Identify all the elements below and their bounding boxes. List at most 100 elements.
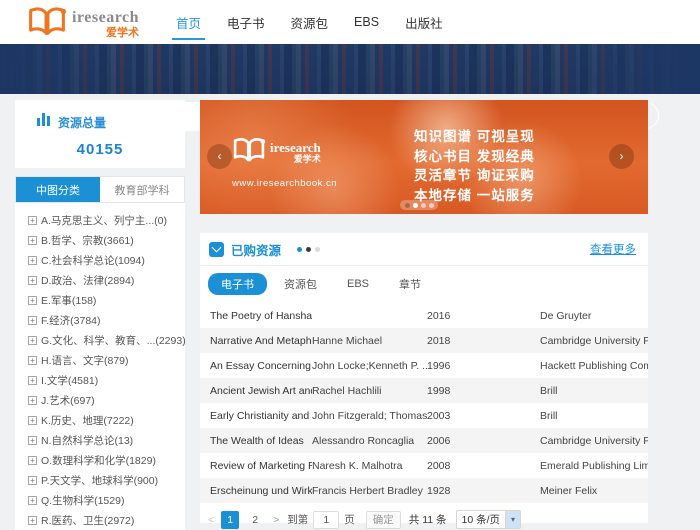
category-list: A.马克思主义、列宁主...(0) B.哲学、宗教(3661) C.社会科学总论… xyxy=(15,203,185,530)
category-item[interactable]: R.医药、卫生(2972) xyxy=(28,510,185,530)
logo-cn: 爱学术 xyxy=(106,27,139,39)
expand-icon[interactable] xyxy=(28,256,37,265)
table-row[interactable]: An Essay Concerning Hu... John Locke;Ken… xyxy=(200,353,648,378)
nav-item-publishers[interactable]: 出版社 xyxy=(403,9,445,36)
book-title[interactable]: Narrative And Metaphor... xyxy=(200,335,312,347)
category-item[interactable]: D.政治、法律(2894) xyxy=(28,270,185,290)
expand-icon[interactable] xyxy=(28,516,37,525)
promo-carousel-banner: iresearch 爱学术 www.iresearchbook.cn 知识图谱 … xyxy=(200,100,648,214)
section-dot[interactable] xyxy=(306,247,311,252)
resource-total-label: 资源总量 xyxy=(58,114,106,131)
slogan-line: 知识图谱 可视呈现 xyxy=(414,127,535,147)
banner-logo-latin: iresearch xyxy=(270,141,321,154)
section-header: 已购资源 查看更多 xyxy=(200,233,648,266)
section-dot[interactable] xyxy=(315,247,320,252)
nav-item-home[interactable]: 首页 xyxy=(174,9,203,36)
carousel-dot[interactable] xyxy=(421,203,426,208)
book-author: Alessandro Roncaglia xyxy=(312,435,427,447)
expand-icon[interactable] xyxy=(28,396,37,405)
table-row[interactable]: Narrative And Metaphor... Hanne Michael … xyxy=(200,328,648,353)
pagination-page-2[interactable]: 2 xyxy=(246,511,264,529)
goto-confirm-button[interactable]: 确定 xyxy=(366,511,401,529)
expand-icon[interactable] xyxy=(28,476,37,485)
slogan-line: 核心书目 发现经典 xyxy=(414,147,535,167)
category-item[interactable]: G.文化、科学、教育、...(2293) xyxy=(28,330,185,350)
tab-clc-classification[interactable]: 中图分类 xyxy=(16,177,100,202)
category-item[interactable]: O.数理科学和化学(1829) xyxy=(28,450,185,470)
book-title[interactable]: Early Christianity and Cla... xyxy=(200,410,312,422)
pagination-page-1[interactable]: 1 xyxy=(221,511,239,529)
book-title[interactable]: An Essay Concerning Hu... xyxy=(200,360,312,372)
tab-ebook[interactable]: 电子书 xyxy=(208,273,267,295)
table-row[interactable]: Review of Marketing Re... Naresh K. Malh… xyxy=(200,453,648,478)
expand-icon[interactable] xyxy=(28,456,37,465)
per-page-select[interactable]: 10 条/页 xyxy=(456,510,522,529)
expand-icon[interactable] xyxy=(28,436,37,445)
table-row[interactable]: Ancient Jewish Art and A... Rachel Hachl… xyxy=(200,378,648,403)
table-row[interactable]: Early Christianity and Cla... John Fitzg… xyxy=(200,403,648,428)
tab-resource-pack[interactable]: 资源包 xyxy=(284,276,317,292)
expand-icon[interactable] xyxy=(28,316,37,325)
carousel-prev-icon[interactable] xyxy=(207,144,232,169)
book-title[interactable]: Ancient Jewish Art and A... xyxy=(200,385,312,397)
category-item[interactable]: J.艺术(697) xyxy=(28,390,185,410)
tab-chapter[interactable]: 章节 xyxy=(399,276,421,292)
category-item[interactable]: F.经济(3784) xyxy=(28,310,185,330)
nav-item-resource-packs[interactable]: 资源包 xyxy=(289,9,331,36)
expand-icon[interactable] xyxy=(28,496,37,505)
pagination-next-icon[interactable]: > xyxy=(273,514,279,526)
expand-icon[interactable] xyxy=(28,216,37,225)
resource-type-tabs: 电子书 资源包 EBS 章节 xyxy=(208,274,648,294)
book-year: 2016 xyxy=(427,310,540,322)
category-item[interactable]: I.文学(4581) xyxy=(28,370,185,390)
table-row[interactable]: The Poetry of Hanshan (... 2016 De Gruyt… xyxy=(200,303,648,328)
book-author: Francis Herbert Bradley xyxy=(312,485,427,497)
goto-page-input[interactable] xyxy=(313,511,339,529)
expand-icon[interactable] xyxy=(28,376,37,385)
book-publisher: Meiner Felix xyxy=(540,485,648,497)
category-item[interactable]: Q.生物科学(1529) xyxy=(28,490,185,510)
category-item[interactable]: K.历史、地理(7222) xyxy=(28,410,185,430)
carousel-dot[interactable] xyxy=(405,203,410,208)
nav-item-ebs[interactable]: EBS xyxy=(352,11,381,33)
expand-icon[interactable] xyxy=(28,276,37,285)
expand-icon[interactable] xyxy=(28,356,37,365)
book-title[interactable]: Review of Marketing Re... xyxy=(200,460,312,472)
expand-icon[interactable] xyxy=(28,296,37,305)
carousel-next-icon[interactable] xyxy=(609,144,634,169)
site-logo[interactable]: iresearch 爱学术 xyxy=(27,5,139,43)
view-more-link[interactable]: 查看更多 xyxy=(590,241,636,257)
logo-text: iresearch 爱学术 xyxy=(72,10,139,39)
expand-icon[interactable] xyxy=(28,336,37,345)
book-title[interactable]: The Wealth of Ideas xyxy=(200,435,312,447)
book-year: 2008 xyxy=(427,460,540,472)
category-item[interactable]: C.社会科学总论(1094) xyxy=(28,250,185,270)
carousel-dot-active[interactable] xyxy=(413,203,418,208)
category-item[interactable]: N.自然科学总论(13) xyxy=(28,430,185,450)
pagination-prev-icon[interactable]: < xyxy=(208,514,214,526)
section-dot-active[interactable] xyxy=(297,247,302,252)
open-book-logo-icon xyxy=(27,5,67,43)
book-year: 1998 xyxy=(427,385,540,397)
book-title[interactable]: Erscheinung und Wirklic... xyxy=(200,485,312,497)
category-item[interactable]: B.哲学、宗教(3661) xyxy=(28,230,185,250)
book-title[interactable]: The Poetry of Hanshan (... xyxy=(200,310,312,322)
expand-icon[interactable] xyxy=(28,236,37,245)
category-item[interactable]: H.语言、文字(879) xyxy=(28,350,185,370)
expand-icon[interactable] xyxy=(28,416,37,425)
table-row[interactable]: The Wealth of Ideas Alessandro Roncaglia… xyxy=(200,428,648,453)
tab-ebs[interactable]: EBS xyxy=(347,278,369,290)
book-year: 1996 xyxy=(427,360,540,372)
category-item[interactable]: E.军事(158) xyxy=(28,290,185,310)
pagination: < 1 2 > 到第 页 确定 共 11 条 10 条/页 xyxy=(208,510,648,529)
nav-item-ebooks[interactable]: 电子书 xyxy=(225,9,267,36)
category-item[interactable]: P.天文学、地球科学(900) xyxy=(28,470,185,490)
section-title: 已购资源 xyxy=(231,240,281,259)
book-author: Rachel Hachlili xyxy=(312,385,427,397)
carousel-dot[interactable] xyxy=(429,203,434,208)
category-item[interactable]: A.马克思主义、列宁主...(0) xyxy=(28,210,185,230)
book-year: 1928 xyxy=(427,485,540,497)
tab-moe-discipline[interactable]: 教育部学科 xyxy=(100,177,184,202)
table-row[interactable]: Erscheinung und Wirklic... Francis Herbe… xyxy=(200,478,648,503)
banner-slogan: 知识图谱 可视呈现 核心书目 发现经典 灵活章节 询证采购 本地存储 一站服务 xyxy=(414,127,535,205)
